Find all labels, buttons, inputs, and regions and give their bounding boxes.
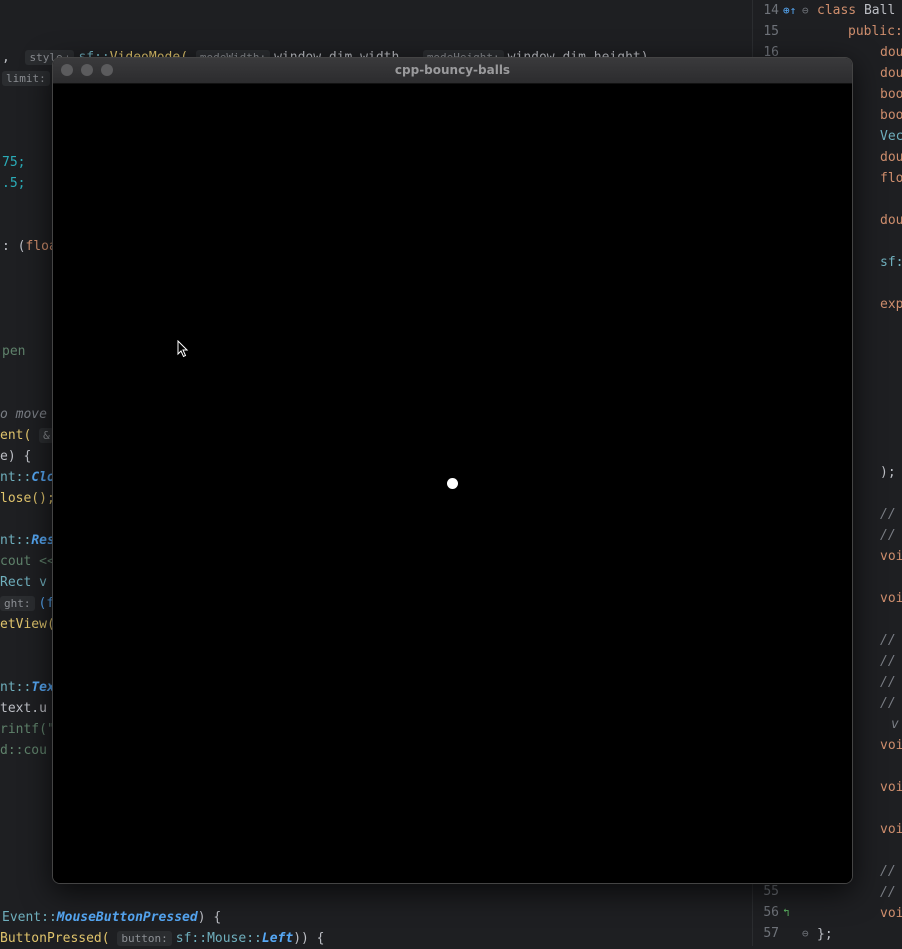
code-line: o move bbox=[0, 407, 47, 422]
code-token: class bbox=[817, 3, 857, 18]
code-token: sf:: bbox=[175, 931, 208, 946]
code-line: nt::Clo bbox=[0, 467, 55, 488]
code-line: }; bbox=[817, 927, 833, 942]
code-line: voi bbox=[880, 549, 902, 564]
code-line: voi bbox=[880, 738, 902, 753]
mouse-cursor-icon bbox=[177, 340, 189, 358]
code-line: d::cou bbox=[0, 743, 47, 758]
code-line: ); bbox=[880, 465, 896, 480]
fold-icon[interactable]: ⊖ bbox=[802, 923, 809, 944]
render-canvas[interactable] bbox=[53, 84, 852, 883]
line-number: 14 bbox=[763, 3, 779, 18]
app-window[interactable]: cpp-bouncy-balls bbox=[52, 57, 853, 884]
code-line: dou bbox=[880, 45, 902, 60]
code-line: v bbox=[891, 717, 899, 732]
code-line: dou bbox=[880, 66, 902, 81]
implementations-icon[interactable]: ⊕↑ bbox=[783, 0, 796, 21]
inlay-hint: limit: bbox=[2, 71, 50, 86]
code-line: text.u bbox=[0, 701, 47, 716]
code-line: flo bbox=[880, 171, 902, 186]
line-number: 55 bbox=[763, 884, 779, 899]
code-line: Rect v bbox=[0, 575, 47, 590]
line-number: 15 bbox=[763, 24, 779, 39]
code-token: )) { bbox=[293, 931, 325, 946]
code-line: .5; bbox=[2, 176, 26, 191]
code-token: Mouse:: bbox=[207, 931, 262, 946]
code-line: mode:sf::VideoMode( modeWidth:window_dim… bbox=[2, 26, 656, 65]
code-line: exp bbox=[880, 297, 902, 312]
code-line: sf: bbox=[880, 255, 902, 270]
code-token: nt:: bbox=[0, 470, 32, 485]
code-line: Event::MouseButtonPressed) { bbox=[2, 907, 221, 928]
code-line: // bbox=[880, 633, 896, 648]
fold-icon[interactable]: ⊖ bbox=[802, 0, 809, 21]
code-token: nt:: bbox=[0, 680, 32, 695]
code-line: dou bbox=[880, 150, 902, 165]
code-line: etView( bbox=[0, 617, 55, 632]
override-icon[interactable]: ↰ bbox=[783, 902, 790, 923]
code-line: // bbox=[880, 885, 896, 900]
code-line: // bbox=[880, 507, 896, 522]
window-title: cpp-bouncy-balls bbox=[394, 63, 511, 77]
code-token: Ball bbox=[863, 3, 896, 18]
code-line: // bbox=[880, 864, 896, 879]
line-number: 57 bbox=[763, 926, 779, 941]
code-line: voi bbox=[880, 780, 902, 795]
code-token: : ( bbox=[2, 239, 26, 254]
code-token: Event:: bbox=[2, 910, 57, 925]
code-line: dou bbox=[880, 213, 902, 228]
code-token: ent( bbox=[0, 428, 32, 443]
code-token: ButtonPressed( bbox=[0, 931, 110, 946]
code-token: nt:: bbox=[0, 533, 32, 548]
code-line: // bbox=[880, 696, 896, 711]
window-titlebar[interactable]: cpp-bouncy-balls bbox=[53, 58, 852, 84]
line-number: 56 bbox=[763, 905, 779, 920]
code-token: ) { bbox=[197, 910, 222, 925]
code-line: cout << bbox=[0, 554, 55, 569]
code-line: e) { bbox=[0, 449, 32, 464]
code-token: Left bbox=[261, 931, 294, 946]
code-line: boo bbox=[880, 108, 902, 123]
code-line: voi bbox=[880, 591, 902, 606]
inlay-hint: button: bbox=[117, 931, 172, 946]
code-line: 75; bbox=[2, 155, 26, 170]
code-line: nt::Res bbox=[0, 530, 55, 551]
code-line: voi bbox=[880, 906, 902, 921]
bouncing-ball bbox=[447, 478, 458, 489]
code-line: class Ball bbox=[817, 0, 895, 21]
code-line: voi bbox=[880, 822, 902, 837]
code-line: // bbox=[880, 528, 896, 543]
code-line: pen bbox=[2, 344, 26, 359]
inlay-hint: ght: bbox=[0, 596, 35, 611]
code-line: boo bbox=[880, 87, 902, 102]
code-line: rintf(" bbox=[0, 722, 55, 737]
code-line: lose(); bbox=[0, 491, 55, 506]
code-line: : (floa bbox=[2, 236, 57, 257]
code-token: , bbox=[2, 50, 10, 65]
code-line: // bbox=[880, 654, 896, 669]
code-token: MouseButtonPressed bbox=[56, 910, 198, 925]
code-line: Vec bbox=[880, 129, 902, 144]
code-line: // bbox=[880, 675, 896, 690]
code-line: nt::Tex bbox=[0, 677, 55, 698]
code-line: public: bbox=[848, 24, 902, 39]
code-line: ent( & bbox=[0, 425, 58, 446]
